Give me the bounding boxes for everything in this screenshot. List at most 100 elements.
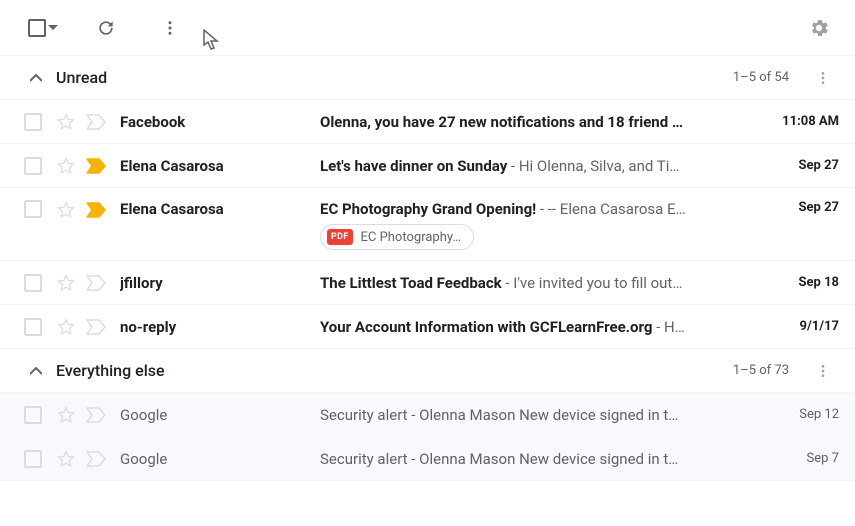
section-more-button[interactable] bbox=[807, 355, 839, 387]
email-row[interactable]: GoogleSecurity alert - Olenna Mason New … bbox=[0, 437, 855, 481]
more-vert-icon bbox=[161, 19, 179, 37]
star-icon[interactable] bbox=[56, 317, 76, 337]
subject: Security alert bbox=[320, 450, 408, 468]
date: 11:08 AM bbox=[759, 114, 839, 129]
star-toggle[interactable] bbox=[56, 405, 76, 425]
star-toggle[interactable] bbox=[56, 156, 76, 176]
section-title: Everything else bbox=[56, 361, 165, 380]
subject: Security alert bbox=[320, 406, 408, 424]
sender: Elena Casarosa bbox=[120, 157, 320, 175]
section-title: Unread bbox=[56, 68, 107, 87]
subject-line: Let's have dinner on Sunday - Hi Olenna,… bbox=[320, 157, 739, 175]
unread-list: FacebookOlenna, you have 27 new notifica… bbox=[0, 100, 855, 349]
chevron-up-icon bbox=[30, 74, 42, 82]
section-header-everything[interactable]: Everything else 1–5 of 73 bbox=[0, 349, 855, 393]
subject-line: EC Photography Grand Opening! - -- Elena… bbox=[320, 200, 739, 218]
subject-line: Olenna, you have 27 new notifications an… bbox=[320, 113, 739, 131]
important-icon[interactable] bbox=[86, 158, 106, 174]
select-all-dropdown[interactable] bbox=[24, 15, 62, 41]
subject: Let's have dinner on Sunday bbox=[320, 157, 507, 175]
everything-list: GoogleSecurity alert - Olenna Mason New … bbox=[0, 393, 855, 481]
star-toggle[interactable] bbox=[56, 273, 76, 293]
subject: EC Photography Grand Opening! bbox=[320, 200, 536, 218]
row-checkbox[interactable] bbox=[24, 318, 42, 336]
important-toggle[interactable] bbox=[86, 112, 106, 132]
date: 9/1/17 bbox=[759, 319, 839, 334]
section-header-unread[interactable]: Unread 1–5 of 54 bbox=[0, 56, 855, 100]
more-vert-icon bbox=[815, 70, 831, 86]
date: Sep 18 bbox=[759, 275, 839, 290]
subject-line: Security alert - Olenna Mason New device… bbox=[320, 450, 739, 468]
section-more-button[interactable] bbox=[807, 62, 839, 94]
star-icon[interactable] bbox=[56, 449, 76, 469]
subject: The Littlest Toad Feedback bbox=[320, 274, 502, 292]
more-button[interactable] bbox=[150, 8, 190, 48]
important-toggle[interactable] bbox=[86, 405, 106, 425]
important-toggle[interactable] bbox=[86, 200, 106, 220]
snippet: - Hi Olenna, Silva, and Ti… bbox=[507, 157, 679, 175]
important-toggle[interactable] bbox=[86, 273, 106, 293]
sender: Google bbox=[120, 450, 320, 468]
row-checkbox[interactable] bbox=[24, 450, 42, 468]
important-toggle[interactable] bbox=[86, 317, 106, 337]
email-row[interactable]: Elena CasarosaLet's have dinner on Sunda… bbox=[0, 144, 855, 188]
snippet: - Olenna Mason New device signed in t… bbox=[408, 450, 679, 468]
important-icon[interactable] bbox=[86, 451, 106, 467]
important-icon[interactable] bbox=[86, 407, 106, 423]
email-row[interactable]: FacebookOlenna, you have 27 new notifica… bbox=[0, 100, 855, 144]
date: Sep 7 bbox=[759, 451, 839, 466]
refresh-button[interactable] bbox=[86, 8, 126, 48]
gear-icon bbox=[808, 17, 830, 39]
row-checkbox[interactable] bbox=[24, 200, 42, 218]
important-icon[interactable] bbox=[86, 114, 106, 130]
dropdown-caret-icon bbox=[48, 25, 58, 31]
sender: jfillory bbox=[120, 274, 320, 292]
email-row[interactable]: Elena CasarosaEC Photography Grand Openi… bbox=[0, 188, 855, 261]
sender: Elena Casarosa bbox=[120, 200, 320, 218]
snippet: - -- Elena Casarosa E… bbox=[536, 200, 685, 218]
subject-line: Your Account Information with GCFLearnFr… bbox=[320, 318, 739, 336]
subject-line: Security alert - Olenna Mason New device… bbox=[320, 406, 739, 424]
date: Sep 27 bbox=[759, 158, 839, 173]
section-count: 1–5 of 54 bbox=[733, 70, 789, 85]
row-checkbox[interactable] bbox=[24, 157, 42, 175]
star-toggle[interactable] bbox=[56, 449, 76, 469]
sender: no-reply bbox=[120, 318, 320, 336]
settings-button[interactable] bbox=[799, 8, 839, 48]
star-toggle[interactable] bbox=[56, 112, 76, 132]
important-toggle[interactable] bbox=[86, 449, 106, 469]
chevron-up-icon bbox=[30, 367, 42, 375]
star-icon[interactable] bbox=[56, 156, 76, 176]
important-toggle[interactable] bbox=[86, 156, 106, 176]
row-checkbox[interactable] bbox=[24, 113, 42, 131]
star-toggle[interactable] bbox=[56, 317, 76, 337]
row-checkbox[interactable] bbox=[24, 406, 42, 424]
sender: Google bbox=[120, 406, 320, 424]
sender: Facebook bbox=[120, 113, 320, 131]
snippet: - Olenna Mason New device signed in t… bbox=[408, 406, 679, 424]
more-vert-icon bbox=[815, 363, 831, 379]
subject: Olenna, you have 27 new notifications an… bbox=[320, 113, 683, 131]
pdf-icon: PDF bbox=[327, 229, 353, 245]
subject-line: The Littlest Toad Feedback - I've invite… bbox=[320, 274, 739, 292]
important-icon[interactable] bbox=[86, 275, 106, 291]
date: Sep 27 bbox=[759, 200, 839, 215]
star-icon[interactable] bbox=[56, 273, 76, 293]
star-icon[interactable] bbox=[56, 112, 76, 132]
star-icon[interactable] bbox=[56, 405, 76, 425]
star-toggle[interactable] bbox=[56, 200, 76, 220]
important-icon[interactable] bbox=[86, 202, 106, 218]
select-all-checkbox[interactable] bbox=[28, 19, 46, 37]
star-icon[interactable] bbox=[56, 200, 76, 220]
email-row[interactable]: jfilloryThe Littlest Toad Feedback - I'v… bbox=[0, 261, 855, 305]
email-row[interactable]: no-replyYour Account Information with GC… bbox=[0, 305, 855, 349]
email-row[interactable]: GoogleSecurity alert - Olenna Mason New … bbox=[0, 393, 855, 437]
attachment-name: EC Photography… bbox=[361, 230, 462, 245]
attachment-chip[interactable]: PDF EC Photography… bbox=[320, 224, 474, 250]
date: Sep 12 bbox=[759, 407, 839, 422]
row-checkbox[interactable] bbox=[24, 274, 42, 292]
snippet: - I've invited you to fill out… bbox=[502, 274, 683, 292]
important-icon[interactable] bbox=[86, 319, 106, 335]
refresh-icon bbox=[96, 18, 116, 38]
section-count: 1–5 of 73 bbox=[733, 363, 789, 378]
